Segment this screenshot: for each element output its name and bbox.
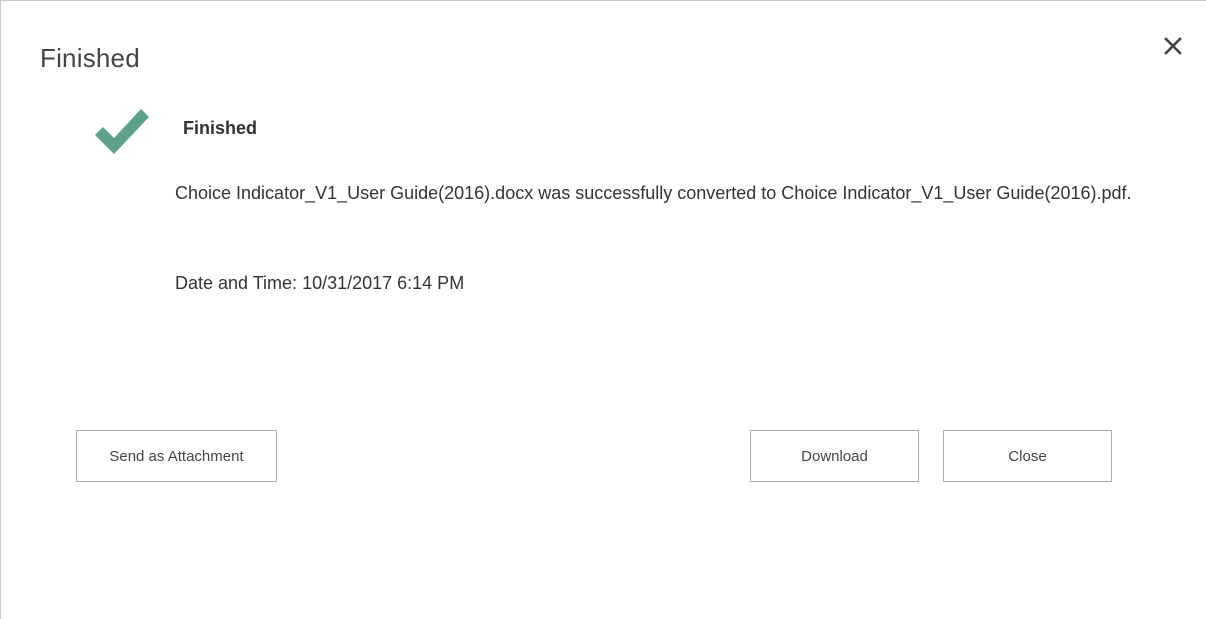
send-as-attachment-button[interactable]: Send as Attachment	[76, 430, 277, 482]
conversion-message: Choice Indicator_V1_User Guide(2016).doc…	[175, 183, 1132, 203]
dialog-title: Finished	[40, 43, 140, 73]
download-button[interactable]: Download	[750, 430, 919, 482]
checkmark-icon	[93, 105, 151, 157]
close-button[interactable]: Close	[943, 430, 1112, 482]
conversion-dialog: Finished Finished Choice Indicator_V1_Us…	[0, 0, 1206, 619]
close-icon[interactable]	[1161, 34, 1187, 60]
date-time-text: Date and Time: 10/31/2017 6:14 PM	[175, 273, 465, 293]
status-heading: Finished	[183, 118, 258, 138]
